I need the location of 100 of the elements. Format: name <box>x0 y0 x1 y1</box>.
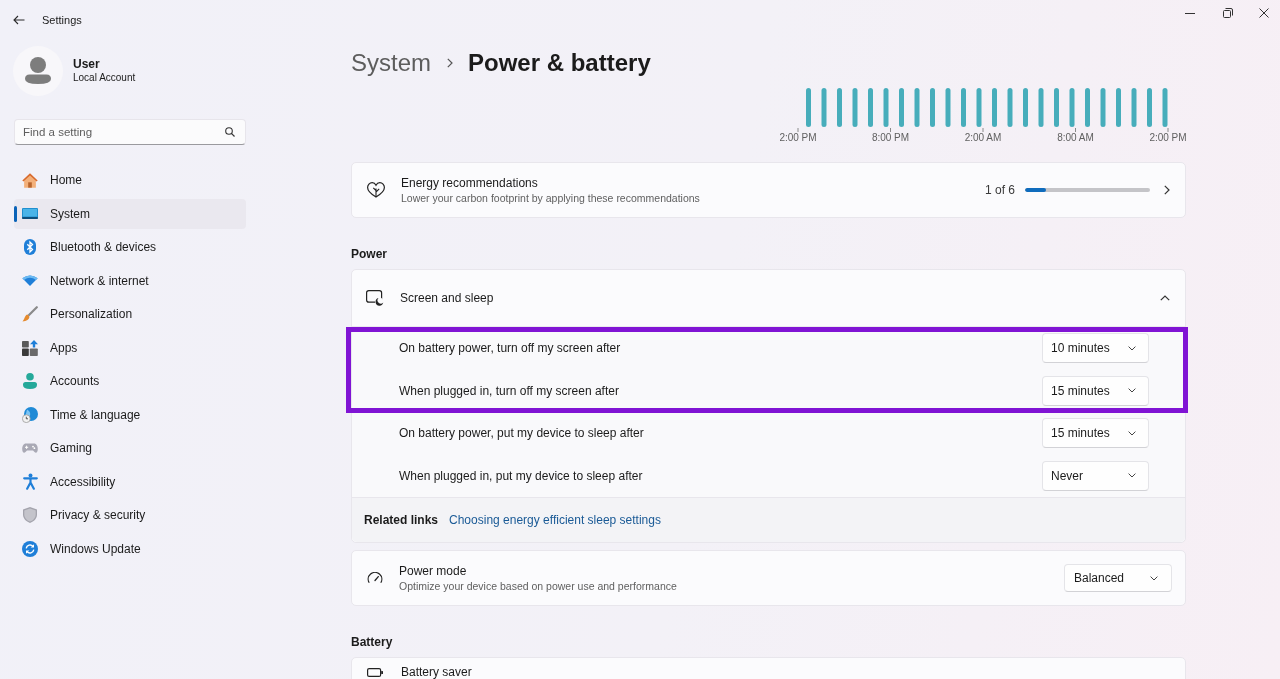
account-type: Local Account <box>73 71 136 85</box>
breadcrumb-link[interactable]: System <box>351 49 431 77</box>
gauge-icon <box>367 572 383 584</box>
search-icon <box>225 127 235 137</box>
chevron-down-icon <box>1150 575 1158 581</box>
nav-item[interactable]: Time & language <box>14 399 246 430</box>
paintbrush-icon <box>22 306 38 322</box>
battery-bar <box>1100 88 1106 127</box>
time-label: 2:00 AM <box>964 132 1002 143</box>
nav-item[interactable]: Accessibility <box>14 466 246 497</box>
card-subtitle: Lower your carbon footprint by applying these recommendations <box>401 190 700 205</box>
battery-bar <box>1023 88 1028 127</box>
nav-item[interactable]: Windows Update <box>14 533 246 564</box>
progress-text: 1 of 6 <box>984 183 1015 197</box>
gamepad-icon <box>22 442 38 454</box>
setting-label: On battery power, turn off my screen after <box>399 341 622 356</box>
arrow-left-icon <box>13 15 25 25</box>
battery-saver-card[interactable]: Battery saver <box>351 657 1186 679</box>
axis-tick <box>1075 127 1076 133</box>
dropdown[interactable]: 15 minutes <box>1042 375 1149 406</box>
battery-bar <box>899 88 904 127</box>
battery-bar <box>1116 88 1121 127</box>
axis-tick <box>982 127 984 133</box>
time-label: 8:00 PM <box>871 132 910 143</box>
battery-bar <box>852 88 858 127</box>
battery-icon <box>367 668 383 677</box>
section-heading: Battery <box>351 634 394 651</box>
account-name: User <box>73 57 101 71</box>
battery-bar <box>1162 88 1168 127</box>
setting-label: When plugged in, turn off my screen after <box>399 383 620 398</box>
battery-bar <box>930 88 935 127</box>
nav-item[interactable]: Gaming <box>14 433 246 463</box>
section-heading: Power <box>351 246 388 263</box>
battery-bar <box>1085 88 1090 127</box>
chevron-right-icon <box>447 58 453 68</box>
chevron-down-icon <box>1128 430 1136 436</box>
window-title: Settings <box>42 14 82 26</box>
time-label: 8:00 AM <box>1057 132 1094 143</box>
axis-tick <box>797 127 799 133</box>
dropdown[interactable]: 10 minutes <box>1042 333 1149 364</box>
search-field[interactable]: Find a setting <box>14 119 246 145</box>
monitor-icon <box>22 208 38 219</box>
nav-item[interactable]: System <box>14 198 246 229</box>
accessibility-figure-icon <box>22 473 38 490</box>
restore-icon <box>1223 8 1233 18</box>
close-icon <box>1258 8 1269 18</box>
battery-bar <box>868 88 873 127</box>
battery-bar <box>1131 88 1137 127</box>
nav-item[interactable]: Personalization <box>14 299 246 329</box>
page-title: Power & battery <box>468 49 651 77</box>
battery-bar <box>976 88 982 127</box>
chevron-down-icon <box>1128 473 1136 479</box>
battery-bar <box>883 88 889 127</box>
battery-bar <box>992 88 997 127</box>
person-icon <box>23 373 37 389</box>
house-icon <box>22 172 38 188</box>
nav-item[interactable]: Network & internet <box>14 265 246 296</box>
battery-bar <box>961 88 966 127</box>
battery-bar <box>1007 88 1013 127</box>
refresh-icon <box>22 540 38 557</box>
globe-clock-icon <box>22 406 38 423</box>
setting-label: On battery power, put my device to sleep after <box>399 426 645 441</box>
minimize-icon <box>1185 12 1195 14</box>
energy-recommendations-card[interactable]: Energy recommendations Lower your carbon footprint by applying these recommendations 1 of 6 <box>351 162 1186 218</box>
battery-bar <box>1147 88 1152 127</box>
chevron-down-icon <box>1128 388 1136 394</box>
battery-bar <box>1069 88 1075 127</box>
shield-icon <box>23 507 37 523</box>
nav-item[interactable]: Home <box>14 165 246 195</box>
link[interactable]: Choosing energy efficient sleep settings <box>449 513 661 527</box>
card-title: Power mode <box>399 563 468 579</box>
dropdown[interactable]: Balanced <box>1064 564 1172 592</box>
nav-item[interactable]: Apps <box>14 332 246 363</box>
battery-bar <box>837 88 842 127</box>
apps-grid-icon <box>22 339 38 356</box>
expander-header[interactable]: Screen and sleep <box>352 270 1185 326</box>
dropdown[interactable]: Never <box>1042 460 1149 491</box>
card-title: Battery saver <box>401 665 472 679</box>
heart-leaf-icon <box>367 182 385 198</box>
battery-bar <box>1038 88 1044 127</box>
battery-bar <box>914 88 920 127</box>
axis-tick <box>890 127 891 133</box>
battery-bar <box>821 88 827 127</box>
wifi-icon <box>22 275 38 286</box>
chevron-right-icon <box>1164 185 1170 195</box>
battery-bar <box>945 88 951 127</box>
card-title: Energy recommendations <box>401 175 539 191</box>
time-label: 2:00 PM <box>779 132 817 143</box>
setting-label: When plugged in, put my device to sleep after <box>399 468 644 483</box>
related-links-label: Related links <box>364 513 439 527</box>
nav-item[interactable]: Privacy & security <box>14 500 246 530</box>
battery-bar <box>806 88 811 127</box>
chevron-down-icon <box>1128 345 1136 351</box>
axis-tick <box>1167 127 1169 133</box>
bluetooth-icon <box>24 239 36 255</box>
avatar-silhouette-icon <box>13 46 63 96</box>
nav-item[interactable]: Accounts <box>14 366 246 396</box>
dropdown[interactable]: 15 minutes <box>1042 418 1149 449</box>
card-subtitle: Optimize your device based on power use and performance <box>399 578 677 593</box>
nav-item[interactable]: Bluetooth & devices <box>14 232 246 262</box>
